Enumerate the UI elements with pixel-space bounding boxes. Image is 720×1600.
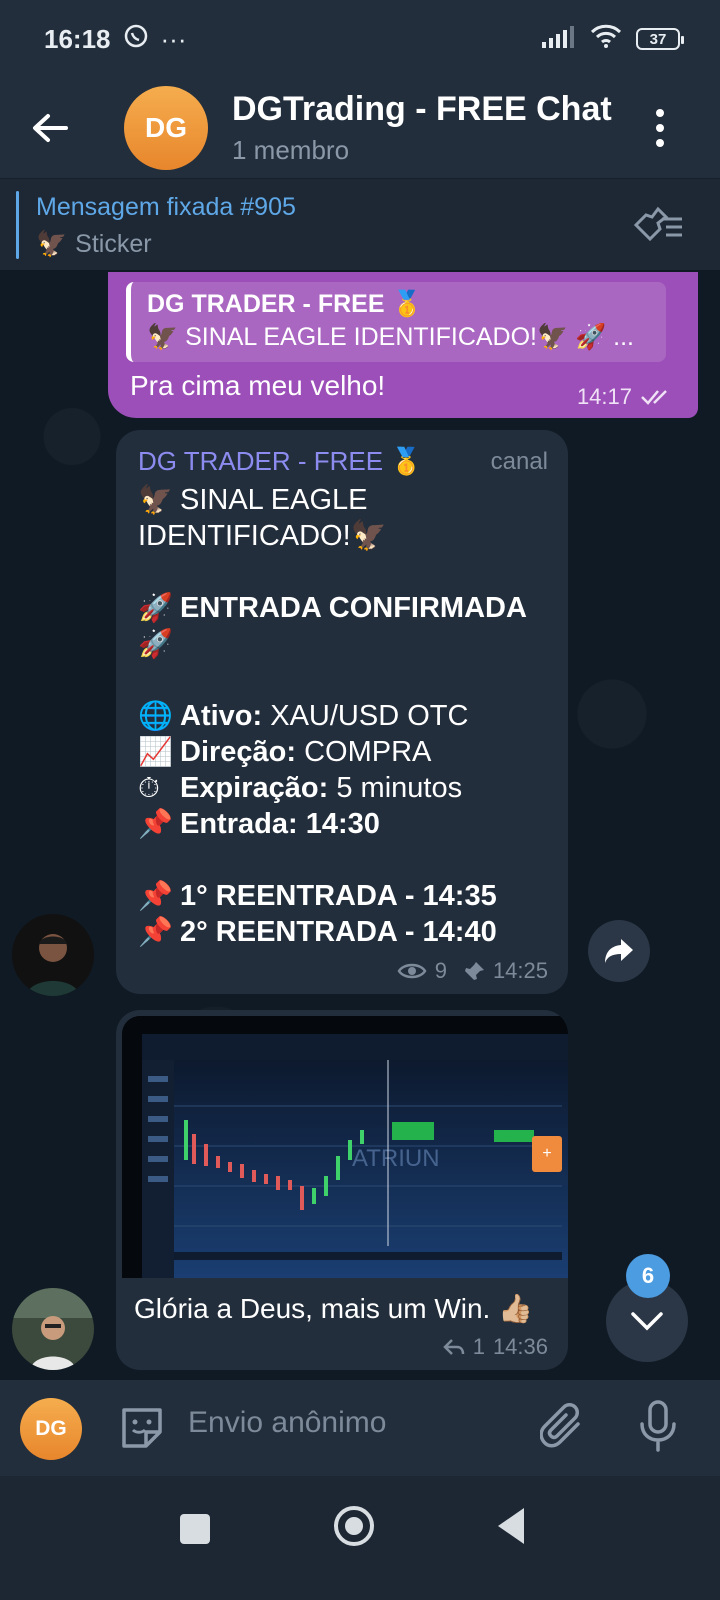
paperclip-icon: [539, 1403, 580, 1448]
pushpin-icon: 📌: [138, 808, 173, 839]
post-line: 1° REENTRADA - 14:35: [180, 880, 497, 912]
chat-title-block[interactable]: DGTrading - FREE Chat 1 membro: [232, 90, 612, 166]
chat-avatar[interactable]: DG: [124, 86, 208, 170]
arrow-left-icon: [33, 114, 68, 142]
unread-count-badge: 6: [626, 1254, 670, 1298]
chat-header: DG DGTrading - FREE Chat 1 membro: [0, 78, 720, 178]
stopwatch-icon: ⏱: [138, 772, 160, 803]
sender-tag: canal: [490, 448, 548, 475]
member-count: 1 membro: [232, 135, 350, 165]
system-back-button[interactable]: [498, 1508, 524, 1544]
pin-icon: [464, 962, 484, 980]
pinned-text: Sticker: [75, 230, 152, 258]
message-input-bar: DG Envio anônimo: [0, 1380, 720, 1476]
home-button[interactable]: [334, 1506, 374, 1546]
message-time: 14:17: [576, 384, 632, 409]
reply-icon: [442, 1339, 464, 1355]
view-count: 9: [434, 958, 447, 983]
reply-preview[interactable]: DG TRADER - FREE 🥇 🦅 SINAL EAGLE IDENTIF…: [126, 282, 666, 362]
sender-name[interactable]: DG TRADER - FREE 🥇: [138, 446, 423, 477]
reply-sender: DG TRADER - FREE 🥇: [147, 290, 423, 318]
pushpin-icon: 📌: [138, 880, 173, 911]
reply-text: 🦅 SINAL EAGLE IDENTIFICADO!🦅 🚀 ...: [147, 323, 634, 351]
message-time: 14:25: [492, 958, 548, 983]
label: Ativo:: [180, 700, 263, 732]
post-line: ENTRADA CONFIRMADA: [180, 592, 527, 624]
label: Expiração:: [180, 772, 329, 804]
message-time: 14:36: [492, 1334, 548, 1359]
svg-text:+: +: [542, 1145, 551, 1162]
sender-avatar[interactable]: [12, 1288, 94, 1370]
battery-icon: 37: [636, 28, 684, 50]
message-list[interactable]: DG TRADER - FREE 🥇 🦅 SINAL EAGLE IDENTIF…: [0, 270, 720, 1380]
status-bar: 16:18 ··· 37: [0, 0, 720, 78]
message-input[interactable]: Envio anônimo: [188, 1406, 386, 1440]
whatsapp-icon: [123, 23, 149, 56]
channel-post-message[interactable]: DG TRADER - FREE 🥇 canal 🦅 SINAL EAGLE ID…: [116, 430, 568, 994]
rocket-icon: 🚀: [138, 592, 173, 623]
double-check-icon: [641, 390, 667, 405]
photo-message[interactable]: ATRIUN + Glória a Deus, mais um Win. 👍🏼 …: [116, 1010, 568, 1370]
eye-icon: [397, 963, 427, 979]
back-button[interactable]: [0, 78, 100, 178]
value: XAU/USD OTC: [262, 700, 469, 732]
photo-caption: Glória a Deus, mais um Win. 👍🏼: [134, 1293, 533, 1324]
rocket-icon: 🚀: [138, 628, 173, 659]
pinned-indicator: [16, 191, 19, 259]
pin-list-icon: [633, 206, 682, 242]
signal-icon: [542, 24, 576, 55]
label: Direção:: [180, 736, 297, 768]
recent-apps-button[interactable]: [180, 1514, 210, 1544]
value: 5 minutos: [328, 772, 463, 804]
forward-button[interactable]: [588, 920, 650, 982]
attach-button[interactable]: [539, 1400, 586, 1459]
microphone-icon: [640, 1400, 676, 1452]
trading-screenshot-photo[interactable]: ATRIUN +: [122, 1016, 568, 1278]
post-line: SINAL EAGLE: [180, 484, 368, 516]
watermark: ATRIUN: [352, 1145, 440, 1172]
sender-avatar[interactable]: [12, 914, 94, 996]
pinned-list-button[interactable]: [632, 203, 684, 247]
eagle-icon: 🦅: [350, 520, 387, 552]
value: COMPRA: [296, 736, 432, 768]
globe-icon: 🌐: [138, 700, 173, 731]
eagle-icon: 🦅: [36, 230, 68, 258]
voice-record-button[interactable]: [636, 1398, 680, 1459]
value: 14:30: [297, 808, 380, 840]
post-body: 🦅 SINAL EAGLE IDENTIFICADO!🦅 🚀 ENTRADA CON…: [138, 482, 558, 950]
post-line: 2° REENTRADA - 14:40: [180, 916, 497, 948]
pushpin-icon: 📌: [138, 916, 173, 947]
reply-count: 1: [472, 1334, 485, 1359]
chevron-down-icon: [631, 1312, 663, 1331]
more-options-button[interactable]: [640, 100, 680, 156]
outgoing-message[interactable]: DG TRADER - FREE 🥇 🦅 SINAL EAGLE IDENTIF…: [108, 272, 698, 418]
message-text: Pra cima meu velho!: [130, 370, 386, 401]
post-line: IDENTIFICADO!: [138, 520, 351, 552]
wifi-icon: [590, 24, 622, 55]
sticker-button[interactable]: [118, 1402, 166, 1457]
chart-up-icon: 📈: [138, 736, 173, 767]
pinned-title: Mensagem fixada #905: [36, 193, 296, 221]
system-navigation-bar: [0, 1476, 720, 1600]
more-notifications-icon: ···: [160, 23, 187, 54]
label: Entrada:: [180, 808, 298, 840]
share-arrow-icon: [605, 939, 633, 963]
clock: 16:18: [44, 23, 111, 54]
eagle-icon: 🦅: [138, 484, 173, 515]
chat-title: DGTrading - FREE Chat: [232, 90, 612, 128]
sticker-icon: [122, 1408, 162, 1448]
send-as-avatar[interactable]: DG: [20, 1398, 82, 1460]
pinned-message-bar[interactable]: Mensagem fixada #905 🦅 Sticker: [0, 178, 720, 270]
